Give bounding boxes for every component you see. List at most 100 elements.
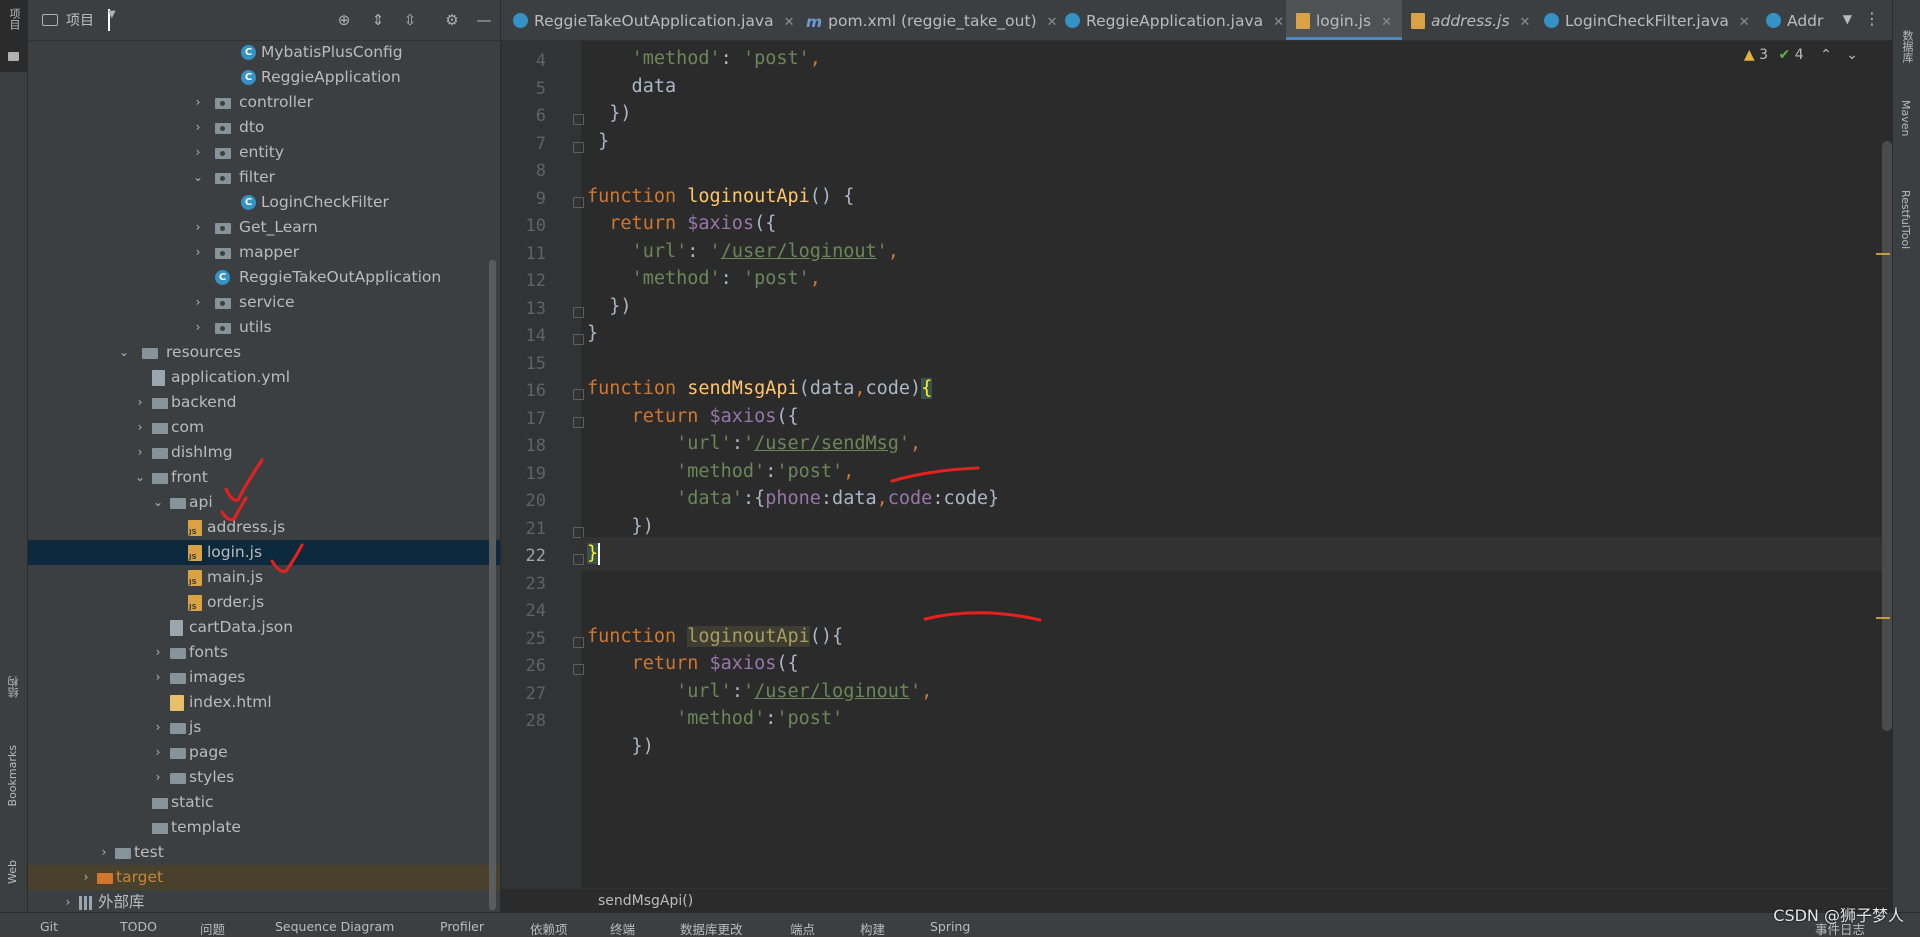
tree-item[interactable]: address.js — [28, 515, 500, 540]
tree-item[interactable]: index.html — [28, 690, 500, 715]
tool-window-db-changes[interactable]: 数据库更改 — [680, 919, 743, 937]
tree-item[interactable]: › service — [28, 290, 500, 315]
chevron-down-icon[interactable]: ⌄ — [1846, 47, 1858, 63]
tree-item[interactable]: cartData.json — [28, 615, 500, 640]
tree-item[interactable]: › controller — [28, 90, 500, 115]
tool-window-endpoints[interactable]: 端点 — [790, 919, 815, 937]
tool-window-terminal[interactable]: 终端 — [610, 919, 635, 937]
tree-item[interactable]: static — [28, 790, 500, 815]
tab-address-js[interactable]: address.js ✕ — [1411, 0, 1530, 40]
close-icon[interactable]: ✕ — [1047, 15, 1058, 30]
tool-window-git[interactable]: Git — [40, 919, 58, 934]
close-icon[interactable]: ✕ — [1739, 15, 1750, 30]
tree-item[interactable]: › test — [28, 840, 500, 865]
chevron-right-icon[interactable]: › — [152, 740, 164, 765]
chevron-down-icon[interactable]: ⌄ — [152, 490, 164, 515]
fold-marker-icon[interactable] — [573, 664, 584, 675]
tree-item[interactable]: › entity — [28, 140, 500, 165]
chevron-right-icon[interactable]: › — [152, 665, 164, 690]
database-tool-label[interactable]: 数据库 — [1899, 30, 1915, 63]
tab-login-check-filter[interactable]: LoginCheckFilter.java ✕ — [1544, 0, 1750, 40]
close-icon[interactable]: ✕ — [1273, 15, 1284, 30]
chevron-down-icon[interactable]: ⌄ — [192, 165, 204, 190]
tree-item[interactable]: › page — [28, 740, 500, 765]
warning-stripe[interactable] — [1876, 253, 1890, 255]
chevron-down-icon[interactable]: ⌄ — [134, 465, 146, 490]
locate-icon[interactable]: ⊕ — [335, 11, 353, 29]
chevron-right-icon[interactable]: › — [192, 215, 204, 240]
maven-tool-label[interactable]: Maven — [1899, 100, 1912, 136]
tool-window-problems[interactable]: 问题 — [200, 919, 225, 937]
tab-login-js[interactable]: login.js ✕ — [1286, 0, 1402, 40]
tree-item[interactable]: ⌄ front — [28, 465, 500, 490]
fold-marker-icon[interactable] — [573, 416, 584, 428]
fold-marker-icon[interactable] — [573, 114, 584, 125]
tool-window-build[interactable]: 构建 — [860, 919, 885, 937]
code-line[interactable]: }) — [581, 730, 1892, 764]
tool-window-spring[interactable]: Spring — [930, 919, 970, 934]
more-vertical-icon[interactable]: ⋮ — [1864, 9, 1880, 28]
tab-reggie-take-out-application[interactable]: ReggieTakeOutApplication.java ✕ — [513, 0, 795, 40]
web-tool-label[interactable]: Web — [6, 860, 19, 884]
chevron-right-icon[interactable]: › — [192, 115, 204, 140]
tree-item-selected[interactable]: login.js — [28, 540, 500, 565]
inspection-widget[interactable]: ▲ 3 ✔ 4 ⌃ ⌄ — [1744, 47, 1858, 63]
chevron-right-icon[interactable]: › — [62, 890, 74, 912]
tree-item[interactable]: › Get_Learn — [28, 215, 500, 240]
tree-item[interactable]: › backend — [28, 390, 500, 415]
chevron-right-icon[interactable]: › — [192, 290, 204, 315]
close-icon[interactable]: ✕ — [1381, 15, 1392, 30]
fold-marker-icon[interactable] — [573, 526, 584, 538]
project-scrollbar[interactable] — [489, 260, 496, 910]
chevron-right-icon[interactable]: › — [134, 440, 146, 465]
tree-item[interactable]: › js — [28, 715, 500, 740]
tab-pom-xml[interactable]: m pom.xml (reggie_take_out) ✕ — [806, 0, 1058, 40]
project-tool-tab[interactable]: 项目 — [0, 0, 27, 72]
tool-window-dependencies[interactable]: 依赖项 — [530, 919, 568, 937]
tree-item[interactable]: ⌄ filter — [28, 165, 500, 190]
tree-item[interactable]: application.yml — [28, 365, 500, 390]
tree-item[interactable]: › mapper — [28, 240, 500, 265]
chevron-right-icon[interactable]: › — [192, 140, 204, 165]
restful-tool-label[interactable]: RestfulTool — [1899, 190, 1912, 249]
chevron-right-icon[interactable]: › — [192, 240, 204, 265]
tree-item[interactable]: order.js — [28, 590, 500, 615]
close-icon[interactable]: ✕ — [784, 15, 795, 30]
tree-item[interactable]: › images — [28, 665, 500, 690]
chevron-right-icon[interactable]: › — [134, 390, 146, 415]
tree-item[interactable]: › target — [28, 865, 500, 890]
tree-item[interactable]: C LoginCheckFilter — [28, 190, 500, 215]
chevron-right-icon[interactable]: › — [152, 640, 164, 665]
close-icon[interactable]: ✕ — [1520, 15, 1531, 30]
bookmarks-tool-label[interactable]: Bookmarks — [6, 745, 19, 806]
tree-item[interactable]: › 外部库 — [28, 890, 500, 912]
breadcrumb-item[interactable]: sendMsgApi() — [598, 893, 693, 909]
chevron-right-icon[interactable]: › — [80, 865, 92, 890]
chevron-right-icon[interactable]: › — [152, 715, 164, 740]
fold-marker-icon[interactable] — [573, 334, 584, 345]
chevron-right-icon[interactable]: › — [134, 415, 146, 440]
tree-item[interactable]: ⌄ resources — [28, 340, 500, 365]
tree-item[interactable]: C ReggieTakeOutApplication — [28, 265, 500, 290]
tool-window-todo[interactable]: TODO — [120, 919, 157, 934]
fold-marker-icon[interactable] — [573, 141, 584, 153]
collapse-all-icon[interactable]: ⇳ — [401, 11, 419, 29]
fold-marker-icon[interactable] — [573, 389, 584, 400]
warning-stripe[interactable] — [1876, 617, 1890, 619]
tree-item[interactable]: › styles — [28, 765, 500, 790]
chevron-down-icon[interactable]: ▼ — [1843, 12, 1852, 26]
tree-item[interactable]: › dto — [28, 115, 500, 140]
project-panel-title[interactable]: 项目 — [66, 10, 94, 30]
tree-item[interactable]: › utils — [28, 315, 500, 340]
chevron-down-icon[interactable]: ⌄ — [118, 340, 130, 365]
structure-tool-label[interactable]: 结构 — [6, 676, 22, 698]
fold-marker-icon[interactable] — [573, 636, 584, 648]
chevron-right-icon[interactable]: › — [152, 765, 164, 790]
fold-marker-icon[interactable] — [573, 554, 584, 565]
tool-window-profiler[interactable]: Profiler — [440, 919, 484, 934]
chevron-right-icon[interactable]: › — [192, 90, 204, 115]
tree-item[interactable]: main.js — [28, 565, 500, 590]
tab-addr[interactable]: Addr — [1766, 0, 1823, 40]
breadcrumb[interactable]: sendMsgApi() — [501, 888, 1892, 912]
tree-item[interactable]: C MybatisPlusConfig — [28, 40, 500, 65]
